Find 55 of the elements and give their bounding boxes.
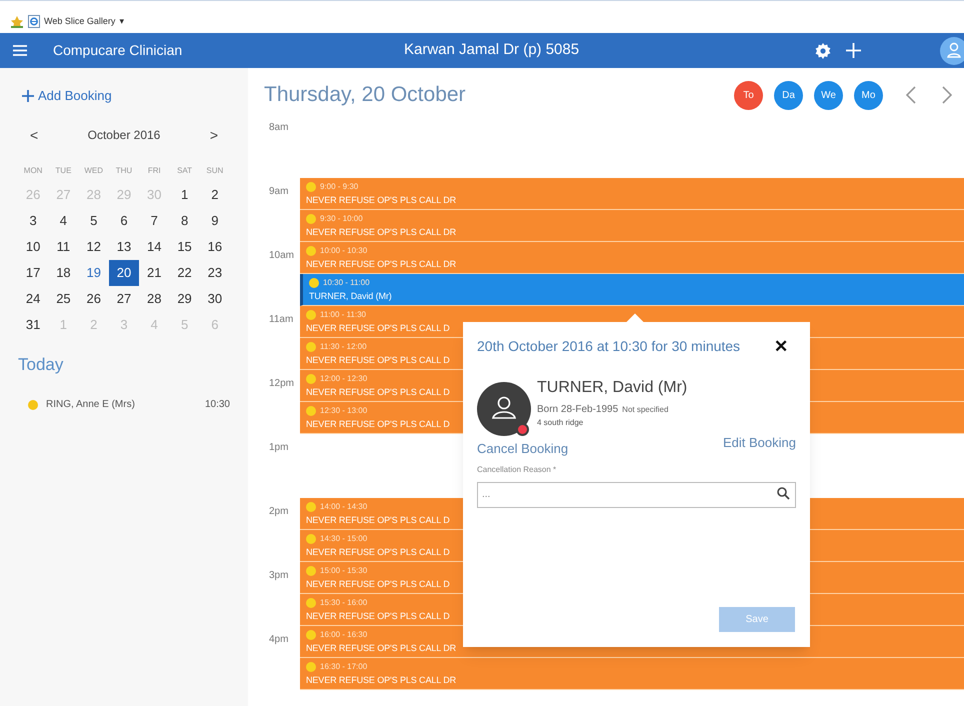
patient-address: 4 south ridge: [537, 416, 584, 428]
weekday-label: SUN: [205, 164, 224, 176]
booking-time: 10:00 - 10:30: [320, 244, 368, 256]
birth-date: Born 28-Feb-1995: [537, 402, 618, 416]
booking-text: TURNER, David (Mr): [309, 290, 392, 303]
field-label: Cancellation Reason *: [477, 464, 558, 476]
booking-text: NEVER REFUSE OP'S PLS CALL DR: [306, 674, 456, 687]
weekday-label: FRI: [146, 164, 162, 176]
hour-label: 12pm: [269, 378, 294, 389]
booking-text: NEVER REFUSE OP'S PLS CALL D: [306, 546, 450, 559]
month-label: October 2016: [88, 127, 160, 144]
booking-time: 12:30 - 13:00: [320, 404, 368, 416]
patient-name: TURNER, David (Mr): [537, 378, 688, 398]
weekday-label: SAT: [176, 164, 194, 176]
booking-time: 15:30 - 16:00: [320, 596, 368, 608]
booking-time: 16:30 - 17:00: [320, 660, 368, 672]
booking-time: 11:30 - 12:00: [320, 340, 367, 352]
booking-time: 14:30 - 15:00: [320, 532, 368, 544]
booking-time: 15:00 - 15:30: [320, 564, 368, 576]
hour-label: 2pm: [269, 506, 288, 517]
booking-time: 9:00 - 9:30: [320, 180, 358, 192]
booking-text: NEVER REFUSE OP'S PLS CALL DR: [306, 194, 456, 207]
booking-text: NEVER REFUSE OP'S PLS CALL D: [306, 354, 450, 367]
weekday-label: THU: [114, 164, 134, 176]
hour-label: 11am: [269, 314, 294, 325]
weekday-label: WED: [83, 164, 104, 176]
booking-text: NEVER REFUSE OP'S PLS CALL D: [306, 418, 450, 431]
hour-label: 8am: [269, 122, 288, 133]
booking-time: 9:30 - 10:00: [320, 212, 363, 224]
app-title: Compucare Clinician: [53, 41, 182, 60]
booking-text: NEVER REFUSE OP'S PLS CALL DR: [306, 258, 456, 271]
booking-text: NEVER REFUSE OP'S PLS CALL D: [306, 610, 450, 623]
hour-label: 10am: [269, 250, 294, 261]
weekday-label: MON: [22, 164, 44, 176]
gender-text: Not specified: [622, 404, 668, 416]
hour-label: 4pm: [269, 634, 288, 645]
weekday-label: TUE: [54, 164, 72, 176]
clinician-name: Karwan Jamal Dr (p) 5085: [404, 40, 580, 60]
booking-text: NEVER REFUSE OP'S PLS CALL D: [306, 578, 450, 591]
booking-text: NEVER REFUSE OP'S PLS CALL D: [306, 322, 450, 335]
hour-label: 9am: [269, 186, 288, 197]
hour-label: 3pm: [269, 570, 288, 581]
booking-time: 11:00 - 11:30: [320, 308, 366, 320]
hour-label: 1pm: [269, 442, 288, 453]
booking-text: NEVER REFUSE OP'S PLS CALL DR: [306, 642, 456, 655]
booking-time: 10:30 - 11:00: [323, 276, 370, 288]
booking-text: NEVER REFUSE OP'S PLS CALL D: [306, 386, 450, 399]
day-title: Thursday, 20 October: [264, 82, 467, 108]
booking-text: NEVER REFUSE OP'S PLS CALL DR: [306, 226, 456, 239]
booking-time: 14:00 - 14:30: [320, 500, 368, 512]
booking-time: 12:00 - 12:30: [320, 372, 368, 384]
booking-text: NEVER REFUSE OP'S PLS CALL D: [306, 514, 450, 527]
popup-title: 20th October 2016 at 10:30 for 30 minutes: [477, 337, 740, 356]
today-heading: Today: [18, 354, 64, 376]
booking-time: 16:00 - 16:30: [320, 628, 368, 640]
